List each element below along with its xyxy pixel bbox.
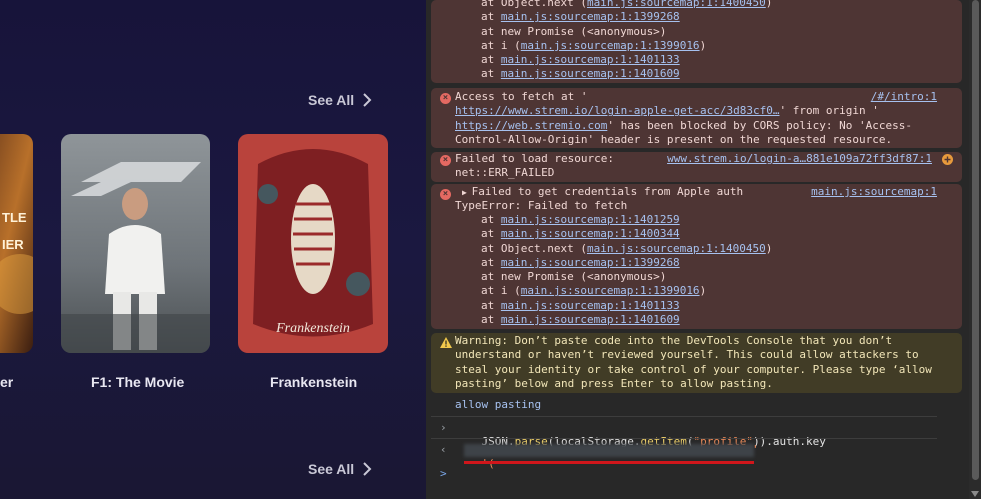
redaction-underline	[464, 461, 754, 464]
apple-auth-message: ▶ Failed to get credentials from Apple a…	[462, 185, 744, 198]
scrollbar[interactable]	[969, 0, 981, 499]
prompt-chevron-icon: >	[440, 467, 447, 480]
scrollbar-thumb[interactable]	[972, 0, 979, 480]
devtools-console: at Object.next (main.js:sourcemap:1:1400…	[426, 0, 981, 499]
source-link[interactable]: main.js:sourcemap:1:1399268	[501, 256, 680, 269]
stack-frame: at i (main.js:sourcemap:1:1399016)	[481, 38, 707, 52]
scroll-down-arrow-icon[interactable]	[971, 491, 979, 497]
stack-frame: at i (main.js:sourcemap:1:1399016)	[481, 284, 707, 298]
stremio-app-pane: See All TLE IER er F1: The Movie Franken…	[0, 0, 426, 499]
command-echo: JSON.parse(localStorage.getItem("profile…	[481, 435, 826, 449]
stack-trace: at main.js:sourcemap:1:1401259 at main.js…	[431, 213, 772, 327]
see-all-label: See All	[308, 461, 355, 477]
error-icon: ×	[440, 189, 451, 200]
source-link[interactable]: main.js:sourcemap:1:1400450	[587, 242, 766, 255]
stack-frame: at main.js:sourcemap:1:1401259	[481, 213, 680, 226]
chevron-right-icon	[363, 93, 372, 107]
stack-frame: at main.js:sourcemap:1:1401609	[481, 67, 680, 81]
console-error-failed-load: × Failed to load resource: net::ERR_FAIL…	[431, 152, 962, 182]
poster-partial-text-2: IER	[2, 237, 24, 252]
divider	[431, 438, 937, 439]
stack-frame: at main.js:sourcemap:1:1399268	[481, 10, 680, 24]
stack-frame: at main.js:sourcemap:1:1401133	[481, 298, 680, 312]
console-error-stack-top: at Object.next (main.js:sourcemap:1:1400…	[431, 0, 962, 83]
origin-link[interactable]: https://web.stremio.com	[455, 119, 607, 132]
see-all-link-bottom[interactable]: See All	[308, 461, 374, 477]
redacted-key	[464, 444, 754, 457]
stack-frame: at main.js:sourcemap:1:1401133	[481, 53, 680, 67]
see-all-label: See All	[308, 92, 355, 108]
poster-frankenstein-art: Frankenstein	[238, 134, 388, 353]
error-icon: ×	[440, 93, 451, 104]
stack-frame: at main.js:sourcemap:1:1400344	[481, 227, 680, 241]
console-error-apple-auth: × ▶ Failed to get credentials from Apple…	[431, 184, 962, 329]
poster-f1-the-movie[interactable]	[61, 134, 210, 353]
poster-partial[interactable]: TLE IER	[0, 134, 33, 353]
source-link-resource[interactable]: www.strem.io/login-a…881e109a72ff3df87:1	[667, 152, 932, 166]
source-link[interactable]: main.js:sourcemap:1:1400450	[587, 0, 766, 9]
result-close-quote: '	[752, 443, 759, 456]
allow-pasting-echo: allow pasting	[455, 398, 542, 411]
stack-frame: at main.js:sourcemap:1:1401609	[481, 313, 680, 327]
warning-text: Warning: Don’t paste code into the DevTo…	[455, 334, 932, 390]
error-icon: ×	[440, 155, 451, 166]
source-link[interactable]: main.js:sourcemap:1:1401133	[501, 299, 680, 312]
source-link-intro[interactable]: /#/intro:1	[871, 90, 937, 104]
expand-triangle-icon[interactable]: ▶	[462, 188, 472, 197]
input-chevron-icon: ›	[440, 421, 447, 434]
source-link[interactable]: main.js:sourcemap:1:1401609	[501, 313, 680, 326]
poster-partial-text-1: TLE	[2, 210, 27, 225]
stack-trace: at Object.next (main.js:sourcemap:1:1400…	[431, 0, 772, 82]
poster-partial-art: TLE IER	[0, 134, 33, 353]
cors-url-link[interactable]: https://www.strem.io/login-apple-get-acc…	[455, 104, 780, 117]
card-title-partial[interactable]: er	[0, 374, 13, 390]
see-all-link-top[interactable]: See All	[308, 92, 374, 108]
console-input[interactable]	[455, 467, 955, 483]
chevron-right-icon	[363, 462, 372, 476]
source-link[interactable]: main.js:sourcemap:1:1399016	[521, 39, 700, 52]
poster-frankenstein-text: Frankenstein	[275, 321, 350, 336]
failed-load-text: Failed to load resource:	[455, 152, 614, 165]
stack-frame: at new Promise (<anonymous>)	[481, 24, 667, 38]
network-icon[interactable]	[941, 153, 954, 166]
stack-frame: at new Promise (<anonymous>)	[481, 270, 667, 284]
console-error-cors: × Access to fetch at ' https://www.strem…	[431, 88, 962, 148]
poster-f1-art	[61, 134, 210, 353]
warning-icon	[440, 337, 452, 348]
source-link-main[interactable]: main.js:sourcemap:1	[811, 185, 937, 199]
cors-message: Access to fetch at ' https://www.strem.i…	[455, 90, 912, 146]
source-link[interactable]: main.js:sourcemap:1:1399016	[521, 284, 700, 297]
source-link[interactable]: main.js:sourcemap:1:1401609	[501, 67, 680, 80]
divider	[431, 416, 937, 417]
type-error-text: TypeError: Failed to fetch	[455, 199, 628, 212]
output-chevron-icon: ‹	[440, 443, 447, 456]
source-link[interactable]: main.js:sourcemap:1:1400344	[501, 227, 680, 240]
source-link[interactable]: main.js:sourcemap:1:1401259	[501, 213, 680, 226]
console-warning-paste: Warning: Don’t paste code into the DevTo…	[431, 333, 962, 393]
stack-frame: at Object.next (main.js:sourcemap:1:1400…	[481, 241, 773, 255]
stack-frame: at Object.next (main.js:sourcemap:1:1400…	[431, 0, 772, 10]
stack-frame: at main.js:sourcemap:1:1399268	[481, 255, 680, 269]
poster-frankenstein[interactable]: Frankenstein	[238, 134, 388, 353]
source-link[interactable]: main.js:sourcemap:1:1399268	[501, 10, 680, 23]
failed-load-code: net::ERR_FAILED	[455, 166, 555, 180]
card-title-f1[interactable]: F1: The Movie	[91, 374, 184, 390]
source-link[interactable]: main.js:sourcemap:1:1401133	[501, 53, 680, 66]
card-title-frankenstein[interactable]: Frankenstein	[270, 374, 357, 390]
